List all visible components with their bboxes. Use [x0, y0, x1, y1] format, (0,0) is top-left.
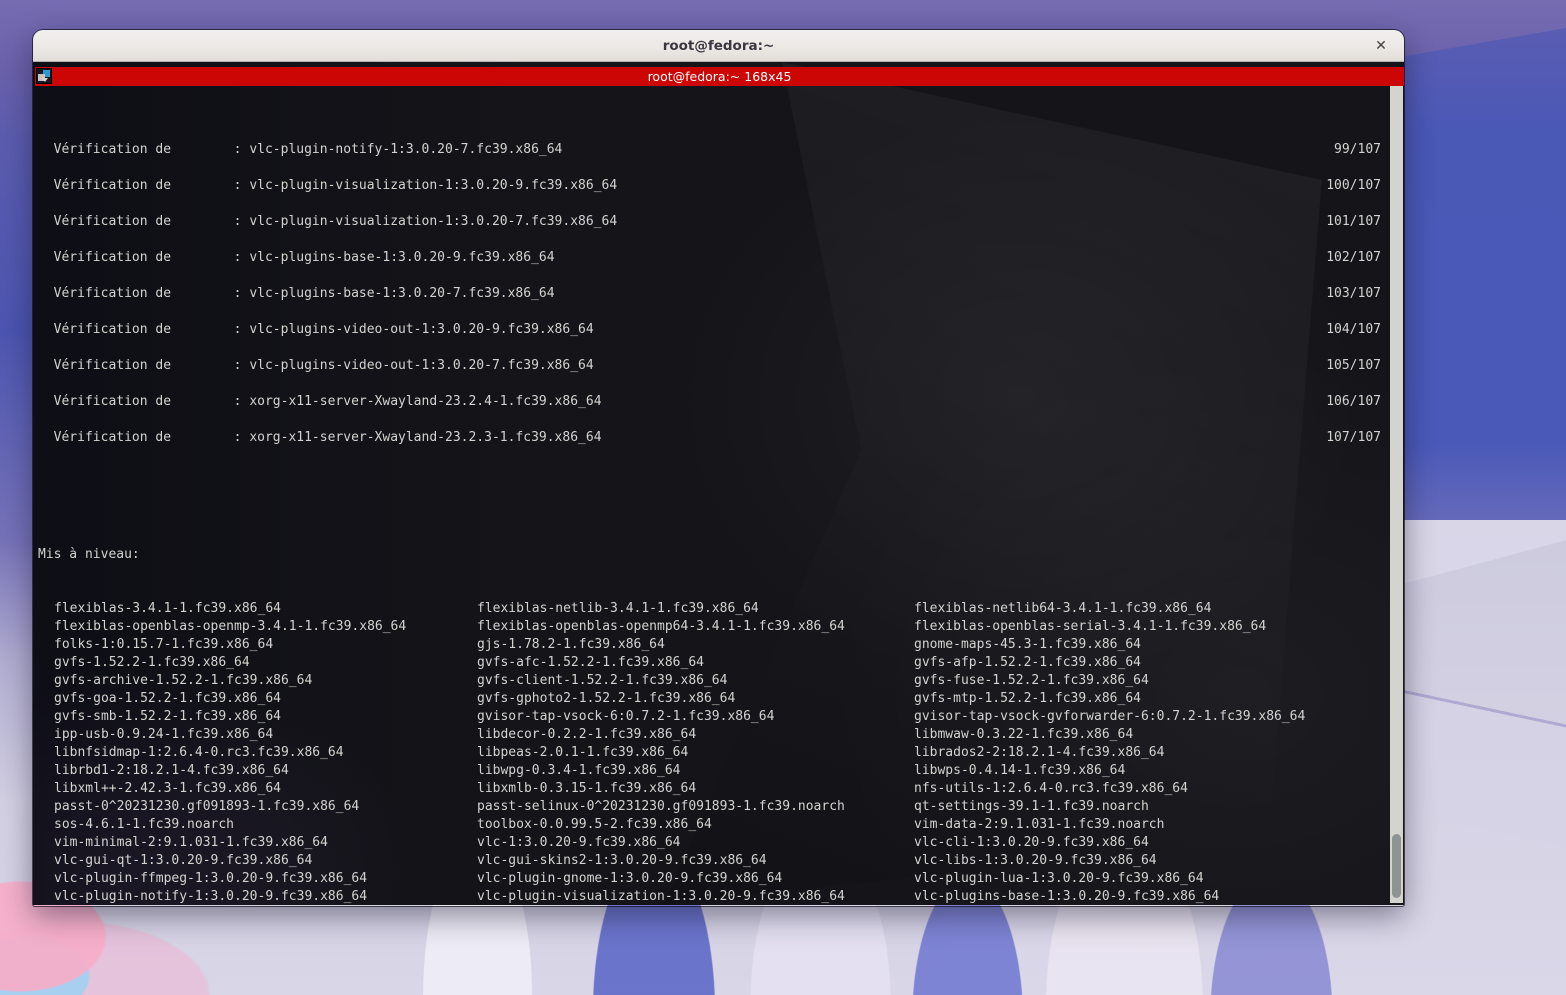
upgraded-package: librados2-2:18.2.1-4.fc39.x86_64: [914, 745, 1165, 760]
upgraded-package: vim-minimal-2:9.1.031-1.fc39.x86_64: [54, 835, 328, 850]
close-button[interactable]: ✕: [1368, 30, 1394, 62]
verification-row: Vérification de : vlc-plugins-base-1:3.0…: [38, 276, 1381, 312]
upgraded-package: gvfs-client-1.52.2-1.fc39.x86_64: [477, 673, 728, 688]
verification-package: Vérification de : vlc-plugins-video-out-…: [38, 358, 594, 373]
window-titlebar[interactable]: root@fedora:~ ✕: [33, 30, 1404, 62]
verification-row: Vérification de : vlc-plugin-visualizati…: [38, 168, 1381, 204]
upgraded-package: gvisor-tap-vsock-gvforwarder-6:0.7.2-1.f…: [914, 709, 1306, 724]
screen-session-title: root@fedora:~ 168x45: [647, 69, 792, 84]
upgraded-package: gvfs-archive-1.52.2-1.fc39.x86_64: [54, 673, 313, 688]
upgraded-package: vlc-plugin-ffmpeg-1:3.0.20-9.fc39.x86_64: [54, 871, 368, 886]
upgraded-package: toolbox-0.0.99.5-2.fc39.x86_64: [477, 817, 712, 832]
verification-progress: 99/107: [1334, 142, 1381, 157]
upgraded-package: flexiblas-3.4.1-1.fc39.x86_64: [54, 601, 281, 616]
verification-row: Vérification de : vlc-plugins-base-1:3.0…: [38, 240, 1381, 276]
terminal-screen[interactable]: root@fedora:~ 168x45 Vérification de : v…: [33, 62, 1404, 905]
verification-row: Vérification de : vlc-plugin-notify-1:3.…: [38, 132, 1381, 168]
verification-row: Vérification de : vlc-plugins-video-out-…: [38, 348, 1381, 384]
wallpaper-blue-panel: [1388, 28, 1566, 548]
upgraded-package: libxml++-2.42.3-1.fc39.x86_64: [54, 781, 281, 796]
upgraded-package: vlc-gui-qt-1:3.0.20-9.fc39.x86_64: [54, 853, 313, 868]
upgraded-package: gvfs-afp-1.52.2-1.fc39.x86_64: [914, 655, 1141, 670]
upgraded-package: vlc-1:3.0.20-9.fc39.x86_64: [477, 835, 681, 850]
upgraded-package: nfs-utils-1:2.6.4-0.rc3.fc39.x86_64: [914, 781, 1188, 796]
upgraded-package: libnfsidmap-1:2.6.4-0.rc3.fc39.x86_64: [54, 745, 344, 760]
upgraded-package: libxmlb-0.3.15-1.fc39.x86_64: [477, 781, 697, 796]
verification-package: Vérification de : vlc-plugin-visualizati…: [38, 178, 618, 193]
terminal-scrollbar[interactable]: [1390, 86, 1403, 903]
upgraded-package: folks-1:0.15.7-1.fc39.x86_64: [54, 637, 274, 652]
screen-session-titlebar[interactable]: root@fedora:~ 168x45: [35, 67, 1404, 86]
verification-progress: 105/107: [1326, 358, 1381, 373]
upgraded-package: gvisor-tap-vsock-6:0.7.2-1.fc39.x86_64: [477, 709, 775, 724]
upgraded-package: librbd1-2:18.2.1-4.fc39.x86_64: [54, 763, 289, 778]
upgraded-package: vlc-plugin-notify-1:3.0.20-9.fc39.x86_64: [54, 889, 368, 904]
scrollbar-thumb[interactable]: [1392, 834, 1401, 898]
upgraded-package: gvfs-goa-1.52.2-1.fc39.x86_64: [54, 691, 281, 706]
upgraded-package: libdecor-0.2.2-1.fc39.x86_64: [477, 727, 697, 742]
upgraded-package: flexiblas-netlib-3.4.1-1.fc39.x86_64: [477, 601, 759, 616]
upgraded-package: gnome-maps-45.3-1.fc39.x86_64: [914, 637, 1141, 652]
verification-list: Vérification de : vlc-plugin-notify-1:3.…: [38, 132, 1381, 456]
upgraded-package: ipp-usb-0.9.24-1.fc39.x86_64: [54, 727, 274, 742]
terminal-output: Vérification de : vlc-plugin-notify-1:3.…: [33, 86, 1404, 905]
upgraded-package: flexiblas-openblas-serial-3.4.1-1.fc39.x…: [914, 619, 1267, 634]
verification-progress: 103/107: [1326, 286, 1381, 301]
verification-row: Vérification de : vlc-plugins-video-out-…: [38, 312, 1381, 348]
verification-progress: 104/107: [1326, 322, 1381, 337]
verification-package: Vérification de : xorg-x11-server-Xwayla…: [38, 394, 602, 409]
upgraded-package: libpeas-2.0.1-1.fc39.x86_64: [477, 745, 689, 760]
upgraded-package: gvfs-mtp-1.52.2-1.fc39.x86_64: [914, 691, 1141, 706]
upgraded-package: flexiblas-netlib64-3.4.1-1.fc39.x86_64: [914, 601, 1212, 616]
upgraded-package: gvfs-smb-1.52.2-1.fc39.x86_64: [54, 709, 281, 724]
upgraded-package-grid: flexiblas-3.4.1-1.fc39.x86_64 flexiblas-n…: [38, 600, 1381, 905]
upgraded-package: libwpg-0.3.4-1.fc39.x86_64: [477, 763, 681, 778]
upgraded-package: gjs-1.78.2-1.fc39.x86_64: [477, 637, 665, 652]
upgraded-package: gvfs-afc-1.52.2-1.fc39.x86_64: [477, 655, 704, 670]
upgraded-package: vim-data-2:9.1.031-1.fc39.noarch: [914, 817, 1165, 832]
verification-package: Vérification de : vlc-plugins-base-1:3.0…: [38, 286, 555, 301]
wallpaper-petal-shapes: [360, 905, 1340, 995]
window-title: root@fedora:~: [662, 37, 775, 54]
upgraded-package: gvfs-gphoto2-1.52.2-1.fc39.x86_64: [477, 691, 736, 706]
upgraded-package: passt-0^20231230.gf091893-1.fc39.x86_64: [54, 799, 360, 814]
verification-package: Vérification de : xorg-x11-server-Xwayla…: [38, 430, 602, 445]
verification-package: Vérification de : vlc-plugins-video-out-…: [38, 322, 594, 337]
verification-package: Vérification de : vlc-plugins-base-1:3.0…: [38, 250, 555, 265]
upgraded-package: gvfs-1.52.2-1.fc39.x86_64: [54, 655, 250, 670]
upgraded-package: flexiblas-openblas-openmp64-3.4.1-1.fc39…: [477, 619, 845, 634]
verification-row: Vérification de : xorg-x11-server-Xwayla…: [38, 420, 1381, 456]
verification-row: Vérification de : xorg-x11-server-Xwayla…: [38, 384, 1381, 420]
upgraded-package: vlc-plugin-visualization-1:3.0.20-9.fc39…: [477, 889, 845, 904]
window-menu-icon[interactable]: [36, 68, 52, 84]
upgraded-package: qt-settings-39.1-1.fc39.noarch: [914, 799, 1149, 814]
upgraded-package: gvfs-fuse-1.52.2-1.fc39.x86_64: [914, 673, 1149, 688]
upgraded-package: flexiblas-openblas-openmp-3.4.1-1.fc39.x…: [54, 619, 407, 634]
upgraded-package: vlc-plugin-gnome-1:3.0.20-9.fc39.x86_64: [477, 871, 783, 886]
verification-row: Vérification de : vlc-plugin-visualizati…: [38, 204, 1381, 240]
upgraded-package: vlc-plugin-lua-1:3.0.20-9.fc39.x86_64: [914, 871, 1204, 886]
upgraded-package: vlc-gui-skins2-1:3.0.20-9.fc39.x86_64: [477, 853, 767, 868]
verification-progress: 106/107: [1326, 394, 1381, 409]
upgraded-package: sos-4.6.1-1.fc39.noarch: [54, 817, 235, 832]
verification-progress: 100/107: [1326, 178, 1381, 193]
upgraded-package: passt-selinux-0^20231230.gf091893-1.fc39…: [477, 799, 845, 814]
upgraded-package: libmwaw-0.3.22-1.fc39.x86_64: [914, 727, 1134, 742]
terminal-window: root@fedora:~ ✕ root@fedora:~ 168x45 Vér…: [33, 30, 1404, 906]
verification-progress: 107/107: [1326, 430, 1381, 445]
upgraded-package: libwps-0.4.14-1.fc39.x86_64: [914, 763, 1126, 778]
verification-progress: 101/107: [1326, 214, 1381, 229]
upgraded-package: vlc-libs-1:3.0.20-9.fc39.x86_64: [914, 853, 1157, 868]
verification-progress: 102/107: [1326, 250, 1381, 265]
upgraded-package: vlc-plugins-base-1:3.0.20-9.fc39.x86_64: [914, 889, 1220, 904]
verification-package: Vérification de : vlc-plugin-notify-1:3.…: [38, 142, 563, 157]
upgraded-package: vlc-cli-1:3.0.20-9.fc39.x86_64: [914, 835, 1149, 850]
upgraded-header: Mis à niveau:: [38, 547, 140, 562]
verification-package: Vérification de : vlc-plugin-visualizati…: [38, 214, 618, 229]
